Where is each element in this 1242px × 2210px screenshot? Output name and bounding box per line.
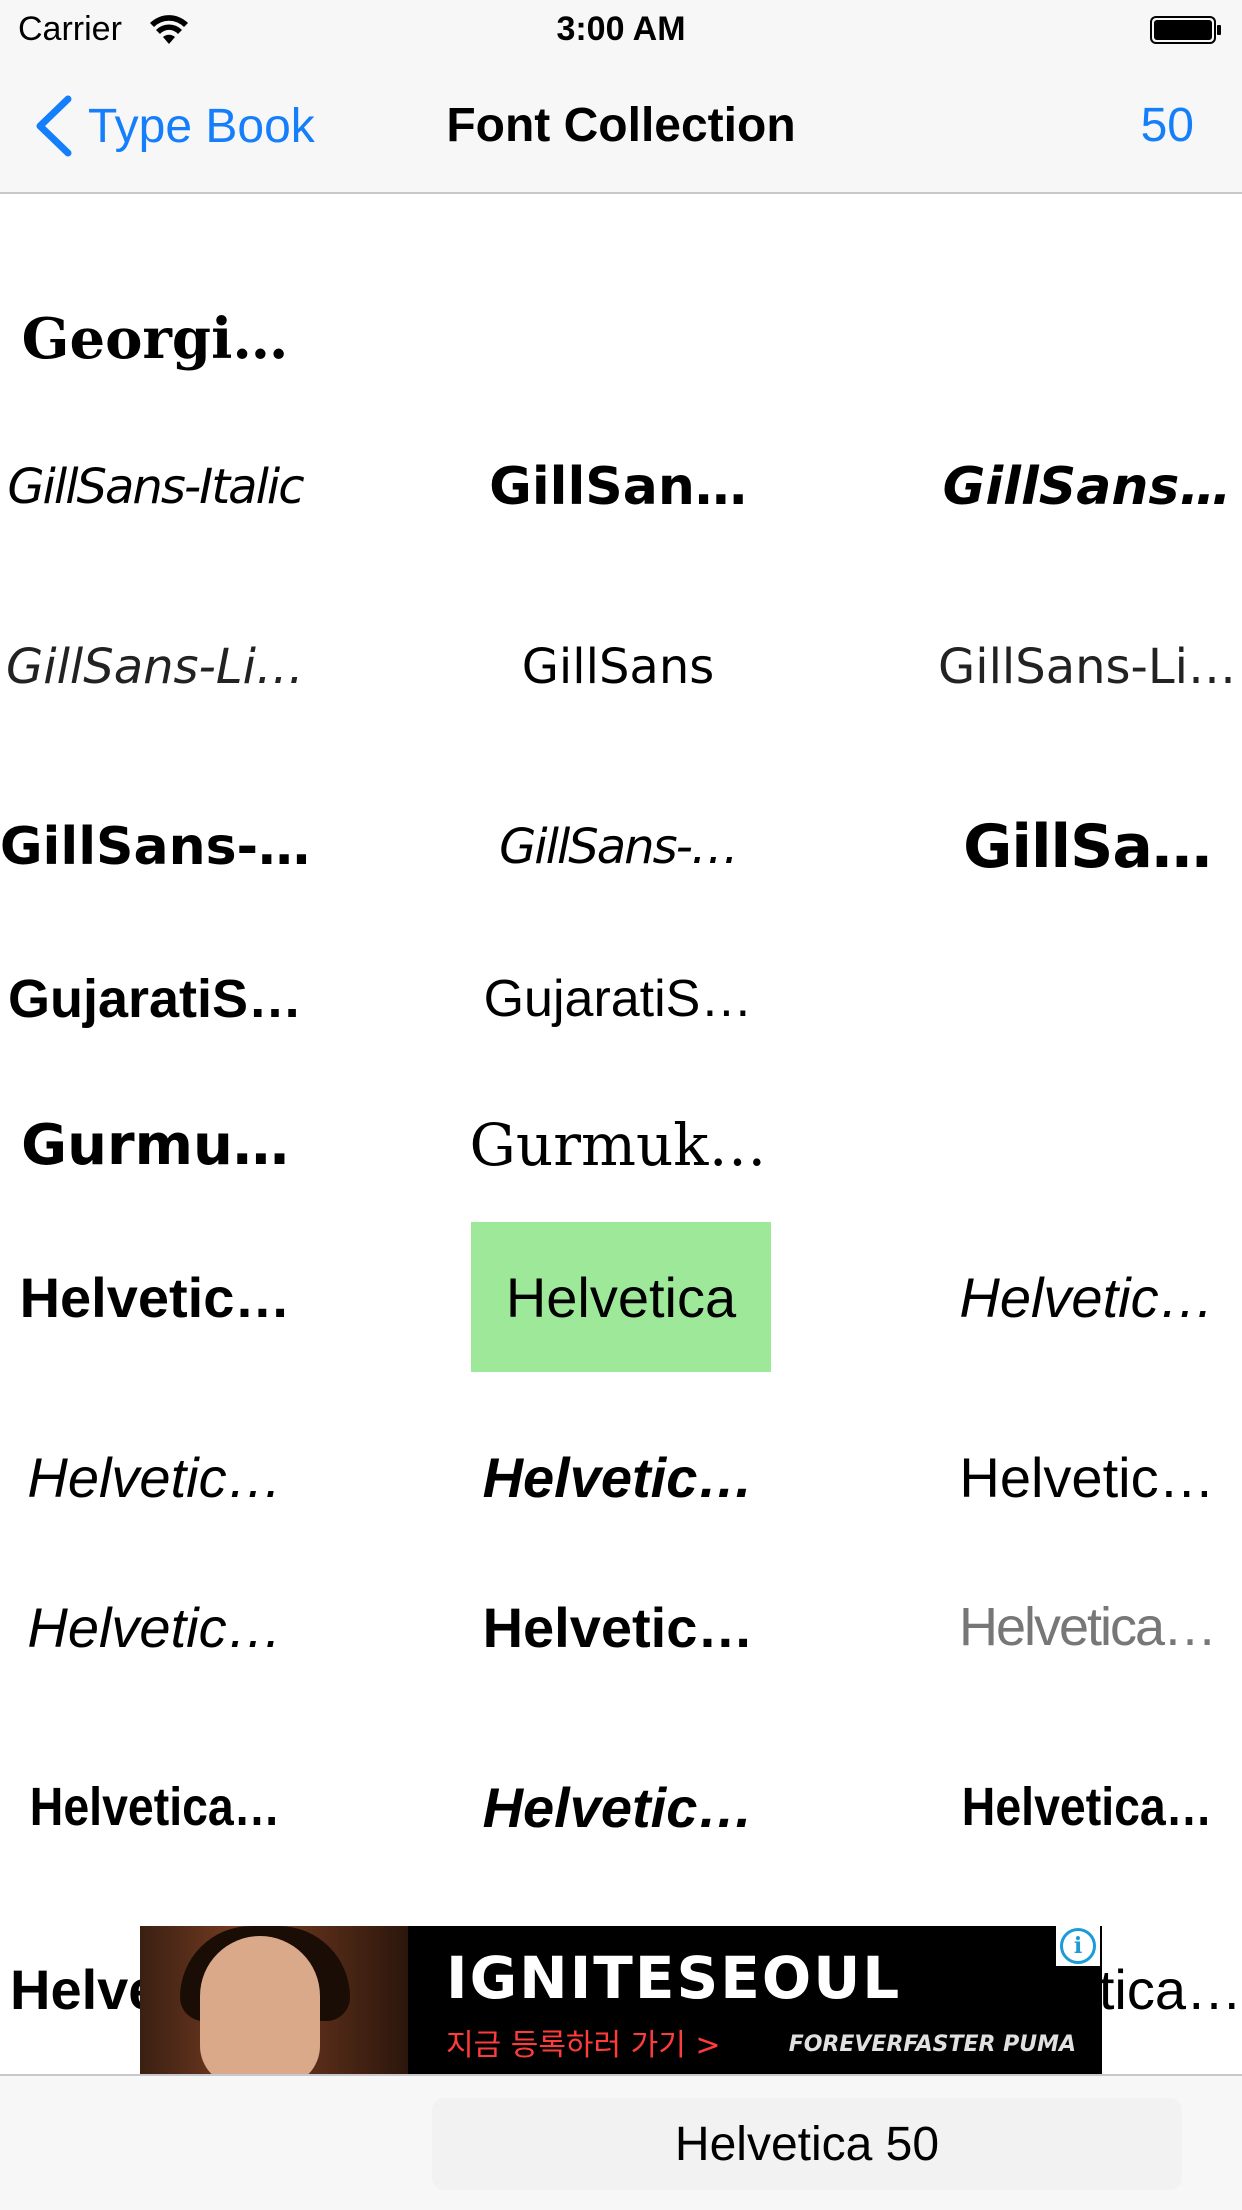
font-cell[interactable]: GillSans-Li…: [932, 592, 1242, 742]
font-cell[interactable]: Helvetic…: [0, 1402, 310, 1552]
ad-subtitle: 지금 등록하러 가기 >: [446, 2028, 721, 2063]
font-cell[interactable]: Helvetic…: [466, 1732, 770, 1882]
font-cell[interactable]: GillSans-Li…: [0, 592, 310, 742]
ad-photo-face: [200, 1936, 320, 2076]
ad-photo: [140, 1926, 408, 2076]
font-cell[interactable]: GujaratiS…: [0, 924, 310, 1074]
font-cell[interactable]: Helvetic…: [932, 1222, 1242, 1372]
ad-title: IGNITESEOUL: [446, 1944, 902, 2012]
font-cell[interactable]: Helvetica…: [954, 1732, 1221, 1882]
font-cell-selected[interactable]: Helvetica: [471, 1222, 771, 1372]
bottom-toolbar: Helvetica 50: [0, 2074, 1242, 2210]
info-icon: i: [1060, 1928, 1096, 1964]
font-cell[interactable]: Gurmu…: [0, 1070, 310, 1220]
ad-brand: FOREVERFASTER PUMA: [788, 2032, 1076, 2057]
font-cell[interactable]: Gurmuk…: [466, 1070, 770, 1220]
font-cell[interactable]: GillSans-…: [466, 772, 770, 922]
font-cell[interactable]: Helvetic…: [466, 1402, 770, 1552]
navigation-bar: Carrier 3:00 AM Type Book Font Collectio…: [0, 0, 1242, 194]
font-grid: Georgi… GillSans-Italic GillSan… GillSan…: [0, 194, 1242, 2074]
font-cell[interactable]: GujaratiS…: [466, 924, 770, 1074]
font-cell[interactable]: Helvetica…: [932, 1552, 1242, 1702]
font-cell[interactable]: GillSans-…: [0, 772, 310, 922]
font-cell[interactable]: Helvetic…: [466, 1552, 770, 1702]
font-cell[interactable]: GillSans: [466, 592, 770, 742]
font-cell[interactable]: Georgi…: [0, 264, 310, 414]
font-cell[interactable]: GillSan…: [466, 412, 770, 562]
font-cell[interactable]: Helvetica…: [22, 1732, 289, 1882]
selected-font-label: Helvetica 50: [432, 2098, 1182, 2190]
font-cell[interactable]: Helvetic…: [0, 1222, 310, 1372]
font-size-button[interactable]: 50: [1141, 98, 1194, 153]
status-time: 3:00 AM: [556, 10, 686, 48]
font-cell[interactable]: GillSa…: [932, 772, 1242, 922]
page-title: Font Collection: [446, 99, 796, 152]
font-cell[interactable]: Helvetic…: [932, 1402, 1242, 1552]
font-cell[interactable]: GillSans-Italic: [0, 412, 310, 562]
font-cell[interactable]: GillSans…: [932, 412, 1242, 562]
font-cell[interactable]: Helvetic…: [0, 1552, 310, 1702]
ad-info-button[interactable]: i: [1056, 1926, 1100, 1966]
battery-icon: [1150, 16, 1221, 44]
ad-banner[interactable]: IGNITESEOUL 지금 등록하러 가기 > FOREVERFASTER P…: [140, 1926, 1102, 2076]
status-bar: Carrier 3:00 AM: [0, 0, 1242, 60]
